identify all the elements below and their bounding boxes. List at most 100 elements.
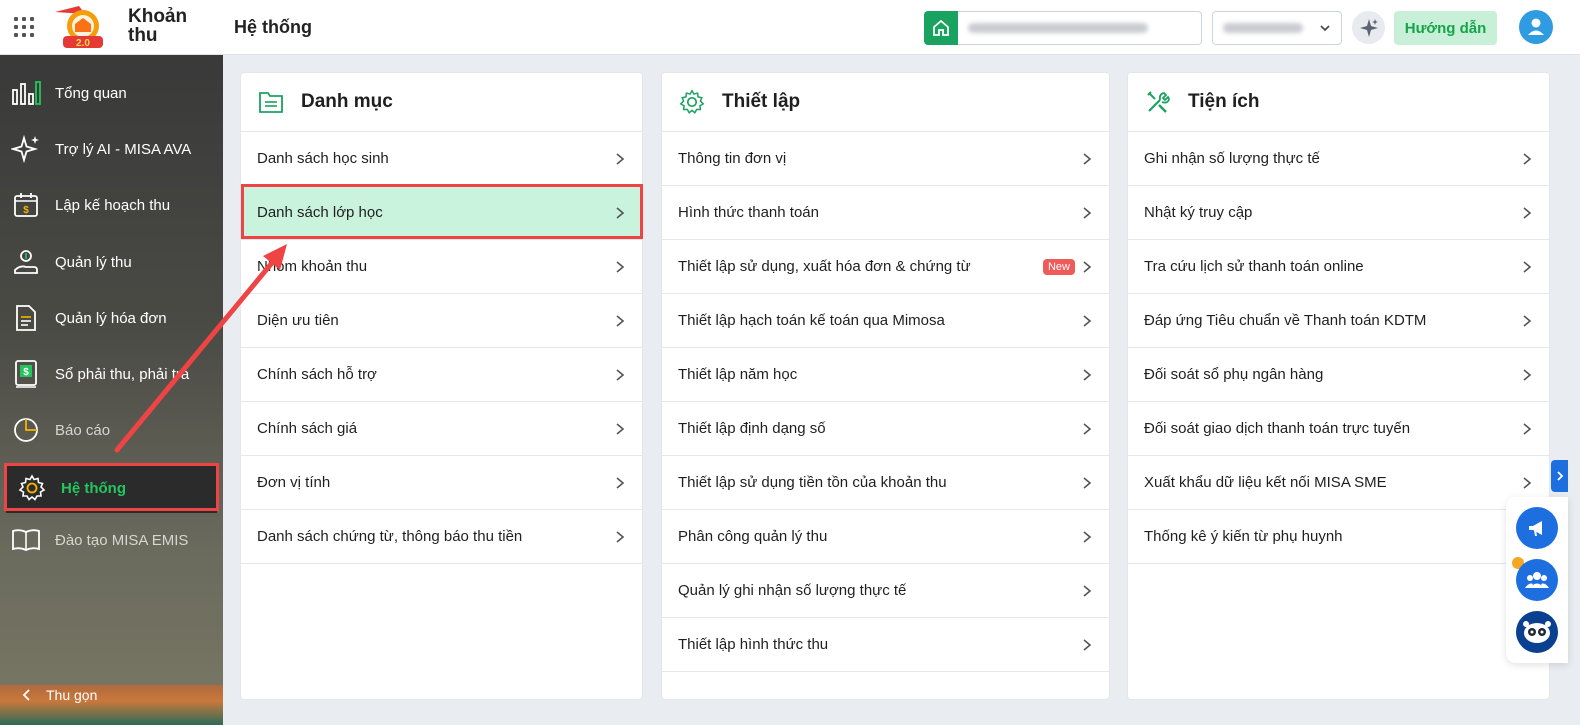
bar-chart-icon — [10, 77, 42, 109]
organization-field[interactable] — [958, 11, 1202, 45]
panel-catalog: Danh mục Danh sách học sinh Danh sách lớp… — [240, 72, 643, 700]
list-item[interactable]: Thiết lập sử dụng, xuất hóa đơn & chứng … — [662, 240, 1109, 294]
organization-name-blurred — [968, 23, 1148, 33]
chevron-right-icon — [1556, 471, 1563, 481]
list-item-trailing — [1521, 152, 1533, 166]
list-item-label: Phân công quản lý thu — [678, 528, 828, 545]
list-item[interactable]: Đối soát giao dịch thanh toán trực tuyến — [1128, 402, 1549, 456]
list-item[interactable]: Chính sách giá — [241, 402, 642, 456]
chevron-right-icon — [1523, 260, 1532, 273]
list-item-trailing — [1081, 152, 1093, 166]
list-item[interactable]: Thiết lập hạch toán kế toán qua Mimosa — [662, 294, 1109, 348]
list-item-trailing — [614, 260, 626, 274]
list-item-trailing — [614, 368, 626, 382]
list-item[interactable]: Đơn vị tính — [241, 456, 642, 510]
list-item-trailing — [1521, 368, 1533, 382]
list-item[interactable]: Danh sách chứng từ, thông báo thu tiền — [241, 510, 642, 564]
list-item-label: Tra cứu lịch sử thanh toán online — [1144, 258, 1364, 275]
chevron-right-icon — [1523, 476, 1532, 489]
gear-icon — [678, 88, 706, 116]
chatbot-button[interactable] — [1516, 611, 1558, 653]
list-item-label: Thiết lập hạch toán kế toán qua Mimosa — [678, 312, 945, 329]
sidebar-item-label: Lập kế hoạch thu — [55, 196, 171, 214]
chevron-right-icon — [1083, 206, 1092, 219]
school-year-select[interactable] — [1212, 11, 1342, 45]
list-item[interactable]: Thông tin đơn vị — [662, 132, 1109, 186]
list-item[interactable]: Thiết lập định dạng số — [662, 402, 1109, 456]
collapse-sidebar-button[interactable]: Thu gọn — [20, 687, 97, 703]
guide-button[interactable]: Hướng dẫn — [1394, 11, 1497, 45]
list-item[interactable]: Thiết lập năm học — [662, 348, 1109, 402]
tools-icon — [1144, 88, 1172, 116]
sidebar-item-training[interactable]: Đào tạo MISA EMIS — [0, 515, 223, 565]
app-name: Khoản thu — [128, 6, 188, 46]
list-item-trailing — [614, 422, 626, 436]
sidebar-item-ledger[interactable]: $ Sổ phải thu, phải trả — [0, 349, 223, 399]
chevron-right-icon — [616, 152, 625, 165]
new-badge: New — [1042, 258, 1075, 275]
sidebar-item-ai-assistant[interactable]: Trợ lý AI - MISA AVA — [0, 124, 223, 174]
list-item[interactable]: Đáp ứng Tiêu chuẩn về Thanh toán KDTM — [1128, 294, 1549, 348]
chevron-down-icon — [1320, 25, 1330, 32]
school-year-blurred — [1223, 23, 1303, 33]
sidebar-item-plan[interactable]: $ Lập kế hoạch thu — [0, 180, 223, 230]
list-item[interactable]: Nhật ký truy cập — [1128, 186, 1549, 240]
list-item[interactable]: Danh sách học sinh — [241, 132, 642, 186]
robot-icon — [1523, 621, 1551, 643]
chevron-right-icon — [616, 530, 625, 543]
list-item[interactable]: Quản lý ghi nhận số lượng thực tế — [662, 564, 1109, 618]
sidebar-item-reports[interactable]: Báo cáo — [0, 405, 223, 455]
list-item[interactable]: Ghi nhận số lượng thực tế — [1128, 132, 1549, 186]
home-icon[interactable] — [924, 11, 958, 45]
panel-header: Danh mục — [241, 73, 642, 132]
list-item-label: Chính sách giá — [257, 420, 358, 437]
chevron-right-icon — [1083, 152, 1092, 165]
chevron-left-icon — [22, 689, 30, 701]
list-item[interactable]: Nhóm khoản thu — [241, 240, 642, 294]
list-item-label: Xuất khẩu dữ liệu kết nối MISA SME — [1144, 474, 1387, 491]
list-item[interactable]: Thống kê ý kiến từ phụ huynh — [1128, 510, 1549, 564]
list-item[interactable]: Diện ưu tiên — [241, 294, 642, 348]
list-item-trailing — [1081, 206, 1093, 220]
list-item[interactable]: Thiết lập hình thức thu — [662, 618, 1109, 672]
folder-list-icon — [257, 88, 285, 116]
calendar-money-icon: $ — [10, 189, 42, 221]
ai-assistant-icon[interactable] — [1352, 11, 1385, 44]
sidebar-item-collection[interactable]: Quản lý thu — [0, 237, 223, 287]
list-item-trailing — [614, 530, 626, 544]
list-item[interactable]: Phân công quản lý thu — [662, 510, 1109, 564]
sidebar-item-invoices[interactable]: Quản lý hóa đơn — [0, 293, 223, 343]
sidebar-item-label: Sổ phải thu, phải trả — [55, 365, 190, 383]
list-item[interactable]: Đối soát sổ phụ ngân hàng — [1128, 348, 1549, 402]
sidebar-item-overview[interactable]: Tổng quan — [0, 68, 223, 118]
list-item[interactable]: Xuất khẩu dữ liệu kết nối MISA SME — [1128, 456, 1549, 510]
announcement-button[interactable] — [1516, 507, 1558, 549]
list-item-label: Danh sách học sinh — [257, 150, 389, 167]
panel-title: Tiện ích — [1188, 91, 1260, 112]
expand-side-tab[interactable] — [1551, 460, 1568, 492]
list-item[interactable]: Hình thức thanh toán — [662, 186, 1109, 240]
app-logo[interactable]: 2.0 — [49, 4, 119, 50]
sidebar-item-label: Đào tạo MISA EMIS — [55, 531, 189, 549]
list-item-trailing — [1081, 638, 1093, 652]
chevron-right-icon — [616, 422, 625, 435]
chevron-right-icon — [1523, 206, 1532, 219]
chevron-right-icon — [1523, 422, 1532, 435]
app-launcher-icon[interactable] — [14, 17, 34, 37]
list-item-trailing — [1081, 314, 1093, 328]
list-item[interactable]: Thiết lập sử dụng tiền tồn của khoản thu — [662, 456, 1109, 510]
user-avatar[interactable] — [1519, 10, 1553, 44]
list-item-label: Nhóm khoản thu — [257, 258, 368, 275]
list-item[interactable]: Chính sách hỗ trợ — [241, 348, 642, 402]
sidebar-item-label: Quản lý hóa đơn — [55, 309, 167, 327]
list-item-label: Quản lý ghi nhận số lượng thực tế — [678, 582, 907, 599]
list-item-trailing — [1081, 476, 1093, 490]
chevron-right-icon — [1083, 476, 1092, 489]
panel-title: Danh mục — [301, 91, 393, 112]
community-button[interactable] — [1516, 559, 1558, 601]
document-icon — [10, 302, 42, 334]
list-item[interactable]: Tra cứu lịch sử thanh toán online — [1128, 240, 1549, 294]
svg-text:$: $ — [23, 205, 29, 216]
chevron-right-icon — [1083, 368, 1092, 381]
chevron-right-icon — [616, 476, 625, 489]
